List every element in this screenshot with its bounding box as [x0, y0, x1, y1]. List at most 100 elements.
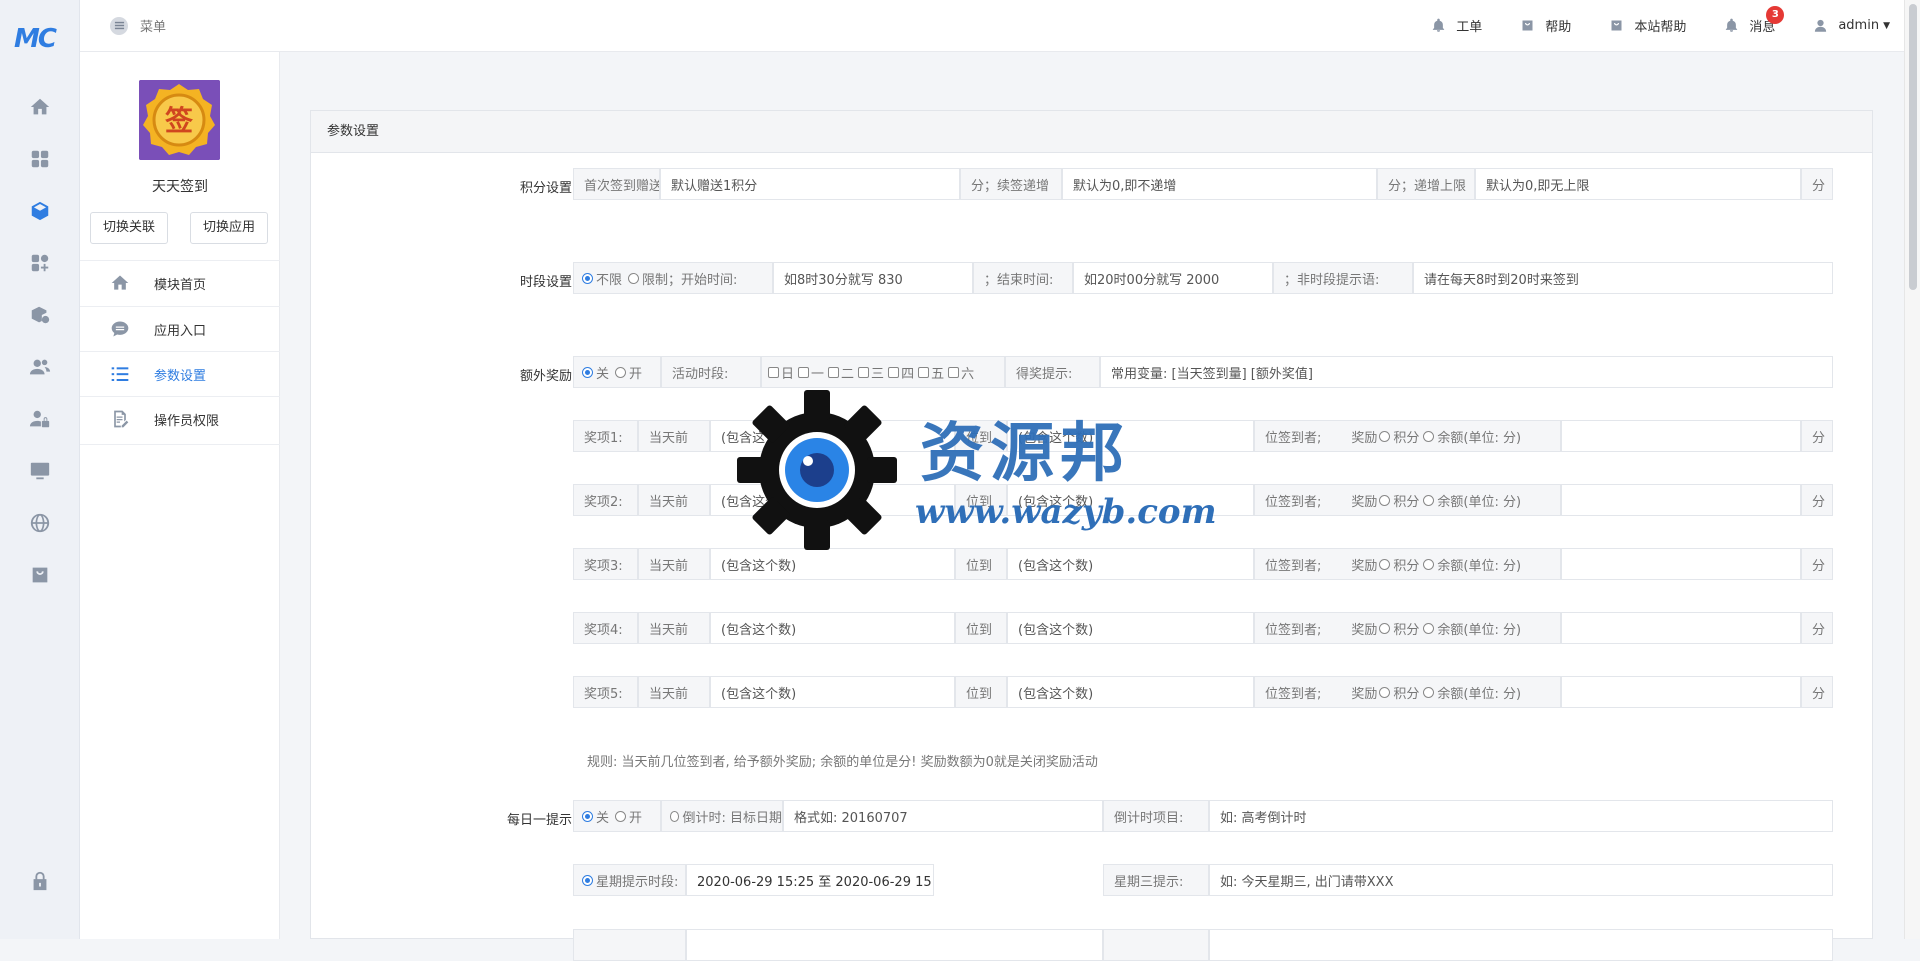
modules-icon[interactable] — [29, 252, 51, 274]
prize-value-input[interactable] — [1561, 548, 1801, 580]
period-unlimited-radio[interactable] — [582, 272, 593, 284]
day-checkbox[interactable] — [948, 366, 960, 378]
switch-link-button[interactable]: 切换关联 — [90, 212, 169, 244]
prize-to-input[interactable]: (包含这个数) — [1007, 612, 1254, 644]
prize-tip-addon: 得奖提示: — [1005, 356, 1100, 388]
prize-to-input[interactable]: (包含这个数) — [1007, 548, 1254, 580]
app-logo: 签 — [139, 80, 220, 160]
user-menu[interactable]: admin ▼ — [1813, 18, 1890, 33]
prize-value-input[interactable] — [1561, 420, 1801, 452]
prize-to-input[interactable]: (包含这个数) — [1007, 484, 1254, 516]
day-checkbox[interactable] — [888, 366, 900, 378]
increment-input[interactable]: 默认为0,即不递增 — [1062, 168, 1377, 200]
reward-points-radio[interactable] — [1379, 494, 1391, 506]
prize-from-input[interactable]: (包含这个数) — [710, 612, 955, 644]
reward-points-radio[interactable] — [1379, 430, 1391, 442]
menu-toggle[interactable]: 菜单 — [110, 16, 166, 35]
wednesday-tip-input[interactable]: 如: 今天星期三, 出门请带XXX — [1209, 864, 1833, 896]
site-help-link[interactable]: 本站帮助 — [1609, 16, 1686, 35]
lock-icon[interactable] — [29, 870, 51, 892]
store-icon[interactable] — [29, 564, 51, 586]
period-limited-radio[interactable] — [628, 272, 640, 284]
users-icon[interactable] — [29, 356, 51, 378]
reward-amount-radio[interactable] — [1423, 558, 1435, 570]
reward-points-radio[interactable] — [1379, 558, 1391, 570]
reward-points-radio[interactable] — [1379, 686, 1391, 698]
day-checkbox[interactable] — [918, 366, 930, 378]
reward-amount-radio[interactable] — [1423, 686, 1435, 698]
page-scrollbar[interactable] — [1904, 0, 1920, 939]
next-row-input-2[interactable] — [1209, 929, 1833, 961]
plugin-icon[interactable] — [29, 304, 51, 326]
home-icon — [111, 275, 129, 290]
prize-from-input[interactable]: (包含这个数) — [710, 420, 955, 452]
countdown-project-input[interactable]: 如: 高考倒计时 — [1209, 800, 1833, 832]
weekday-tip-radio[interactable] — [582, 874, 593, 886]
prize-from-input[interactable]: (包含这个数) — [710, 484, 955, 516]
period-tip-input[interactable]: 请在每天8时到20时来签到 — [1413, 262, 1833, 294]
ticket-link[interactable]: 工单 — [1431, 16, 1482, 35]
messages-badge: 3 — [1766, 6, 1785, 24]
scrollbar-thumb[interactable] — [1909, 4, 1917, 290]
points-option-label: 积分 — [1393, 558, 1420, 574]
period-end-input[interactable]: 如20时00分就写 2000 — [1073, 262, 1273, 294]
prize-to-input[interactable]: (包含这个数) — [1007, 420, 1254, 452]
nav-label: 应用入口 — [154, 323, 207, 339]
chat-icon — [111, 321, 129, 337]
prize-from-input[interactable]: (包含这个数) — [710, 676, 955, 708]
help-link[interactable]: 帮助 — [1520, 16, 1571, 35]
messages-link[interactable]: 消息 3 — [1724, 6, 1785, 35]
extra-off-radio[interactable] — [582, 366, 593, 378]
nav-app-entry[interactable]: 应用入口 — [80, 307, 280, 351]
cube-icon[interactable] — [29, 200, 51, 222]
prize-value-input[interactable] — [1561, 484, 1801, 516]
doc-edit-icon — [114, 410, 129, 428]
globe-icon[interactable] — [29, 512, 51, 534]
prize-unit-addon: 分 — [1801, 676, 1833, 708]
weekday-range-input[interactable]: 2020-06-29 15:25 至 2020-06-29 15:25 — [686, 864, 934, 896]
signers-label: 位签到者; — [1265, 430, 1322, 446]
top-bar: 菜单 工单 帮助 本站帮助 消息 3 admin ▼ — [80, 0, 1904, 52]
reward-amount-radio[interactable] — [1423, 622, 1435, 634]
extra-on-radio[interactable] — [615, 366, 627, 378]
module-sidebar: 签 天天签到 切换关联 切换应用 模块首页 应用入口 参数设置 操作员权限 — [80, 52, 280, 939]
prize-value-input[interactable] — [1561, 676, 1801, 708]
daily-off-radio[interactable] — [582, 810, 593, 822]
day-checkbox[interactable] — [798, 366, 810, 378]
reward-amount-radio[interactable] — [1423, 430, 1435, 442]
home-icon[interactable] — [29, 96, 51, 118]
monitor-icon[interactable] — [29, 460, 51, 482]
switch-app-button[interactable]: 切换应用 — [190, 212, 269, 244]
prize-type-addon: 位签到者; 奖励 积分 余额(单位: 分) — [1254, 484, 1561, 516]
nav-module-home[interactable]: 模块首页 — [80, 261, 280, 305]
reward-points-radio[interactable] — [1379, 622, 1391, 634]
prize-unit-addon: 分 — [1801, 548, 1833, 580]
day-checkbox[interactable] — [828, 366, 840, 378]
day-checkbox[interactable] — [858, 366, 870, 378]
nav-label: 参数设置 — [154, 368, 207, 384]
nav-param-settings[interactable]: 参数设置 — [80, 352, 280, 396]
bell-icon — [1433, 18, 1445, 32]
brand-logo[interactable]: MC — [14, 24, 57, 54]
bag-icon — [1522, 20, 1533, 31]
menu-icon — [110, 16, 128, 35]
nav-operator-permissions[interactable]: 操作员权限 — [80, 397, 280, 441]
next-row-input[interactable] — [686, 929, 1103, 961]
first-sign-input[interactable]: 默认赠送1积分 — [660, 168, 960, 200]
prize-from-input[interactable]: (包含这个数) — [710, 548, 955, 580]
reward-amount-radio[interactable] — [1423, 494, 1435, 506]
day-label: 二 — [841, 366, 855, 382]
countdown-radio[interactable] — [670, 810, 680, 822]
active-period-addon: 活动时段: — [661, 356, 761, 388]
period-start-input[interactable]: 如8时30分就写 830 — [773, 262, 973, 294]
prize-tip-input[interactable]: 常用变量: [当天签到量] [额外奖值] — [1100, 356, 1833, 388]
increment-max-input[interactable]: 默认为0,即无上限 — [1475, 168, 1801, 200]
day-checkbox[interactable] — [768, 366, 779, 378]
daily-on-radio[interactable] — [615, 810, 627, 822]
countdown-date-input[interactable]: 格式如: 20160707 — [783, 800, 1103, 832]
prize-value-input[interactable] — [1561, 612, 1801, 644]
prize-to-input[interactable]: (包含这个数) — [1007, 676, 1254, 708]
divider — [80, 444, 280, 445]
user-lock-icon[interactable] — [29, 408, 51, 430]
apps-icon[interactable] — [29, 148, 51, 170]
